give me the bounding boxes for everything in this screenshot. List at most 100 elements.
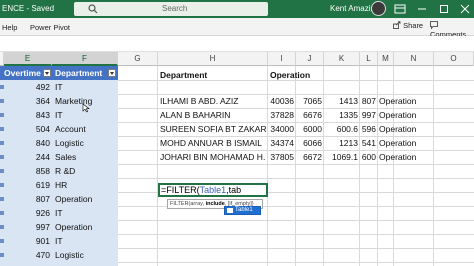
share-label: Share [403, 21, 424, 30]
result-name-cell[interactable]: ILHAMI B ABD. AZIZ [160, 94, 266, 108]
overtime-cell[interactable]: 926 [4, 206, 50, 220]
overtime-cell[interactable]: 997 [4, 220, 50, 234]
formula-suffix: ,tab [226, 185, 242, 195]
result-col-l-cell[interactable]: 807 [360, 94, 376, 108]
tooltip-include-arg: include [205, 201, 225, 207]
autocomplete-item-table1[interactable]: Table1 [224, 206, 261, 215]
result-col-i-cell[interactable]: 37805 [268, 150, 294, 164]
result-col-k-cell[interactable]: 1213 [324, 136, 358, 150]
result-col-j-cell[interactable]: 6066 [296, 136, 322, 150]
overtime-cell[interactable]: 470 [4, 248, 50, 262]
column-header-f[interactable]: F [52, 52, 118, 66]
title-bar: ENCE - Saved Search Kent Amazing [0, 0, 474, 18]
tooltip-text-before: FILTER(array, [170, 201, 206, 207]
column-header-g[interactable]: G [118, 52, 158, 66]
tab-help[interactable]: Help [2, 23, 17, 32]
department-header[interactable]: Department [55, 66, 111, 80]
result-col-i-cell[interactable]: 37828 [268, 108, 294, 122]
result-col-k-cell[interactable]: 1335 [324, 108, 358, 122]
overtime-filter-dropdown-icon[interactable] [43, 69, 51, 77]
department-cell[interactable]: Operation [55, 192, 117, 206]
share-icon [393, 21, 401, 29]
result-dept-cell[interactable]: Operation [379, 136, 435, 150]
result-col-l-cell[interactable]: 600 [360, 150, 376, 164]
column-header-j[interactable]: J [296, 52, 324, 66]
column-header-k[interactable]: K [324, 52, 360, 66]
avatar[interactable] [371, 1, 386, 16]
department-cell[interactable]: R &D [55, 164, 117, 178]
column-header-n[interactable]: N [394, 52, 434, 66]
formula-edit-cell[interactable]: =FILTER(Table1,tab [158, 183, 268, 197]
result-dept-cell[interactable]: Operation [379, 122, 435, 136]
column-header-h[interactable]: H [158, 52, 268, 66]
result-col-i-cell[interactable]: 40036 [268, 94, 294, 108]
column-header-o[interactable]: O [434, 52, 474, 66]
result-col-i-cell[interactable]: 34000 [268, 122, 294, 136]
overtime-cell[interactable]: 548 [4, 262, 50, 266]
search-box[interactable]: Search [74, 2, 268, 16]
department-filter-dropdown-icon[interactable] [108, 69, 116, 77]
result-col-j-cell[interactable]: 7065 [296, 94, 322, 108]
department-cell[interactable]: Logistic [55, 248, 117, 262]
result-col-k-cell[interactable]: 600.6 [324, 122, 358, 136]
result-col-l-cell[interactable]: 541 [360, 136, 376, 150]
result-col-j-cell[interactable]: 6672 [296, 150, 322, 164]
minimize-icon[interactable] [414, 1, 430, 17]
result-dept-cell[interactable]: Operation [379, 94, 435, 108]
department-cell[interactable]: IT [55, 80, 117, 94]
overtime-cell[interactable]: 504 [4, 122, 50, 136]
overtime-cell[interactable]: 901 [4, 234, 50, 248]
column-header-l[interactable]: L [360, 52, 378, 66]
excel-window: ENCE - Saved Search Kent Amazing Help Po… [0, 0, 474, 266]
result-dept-cell[interactable]: Operation [379, 150, 435, 164]
department-cell[interactable]: Logistic [55, 136, 117, 150]
search-placeholder: Search [162, 4, 188, 13]
department-cell[interactable]: IT [55, 206, 117, 220]
result-dept-cell[interactable]: Operation [379, 108, 435, 122]
result-name-cell[interactable]: ALAN B BAHARIN [160, 108, 266, 122]
autocomplete-label: Table1 [235, 207, 253, 213]
result-col-l-cell[interactable]: 596 [360, 122, 376, 136]
overtime-header[interactable]: Overtime [4, 66, 44, 80]
column-header-m[interactable]: M [378, 52, 394, 66]
column-header-i[interactable]: I [268, 52, 296, 66]
overtime-cell[interactable]: 858 [4, 164, 50, 178]
result-name-cell[interactable]: JOHARI BIN MOHAMAD H. [160, 150, 266, 164]
result-header-department[interactable]: Department [160, 68, 266, 82]
close-icon[interactable] [457, 1, 473, 17]
column-header-e[interactable]: E [4, 52, 52, 66]
result-col-k-cell[interactable]: 1069.1 [324, 150, 358, 164]
mouse-cursor-icon [82, 103, 90, 113]
document-title: ENCE - Saved [2, 4, 55, 13]
result-name-cell[interactable]: SUREEN SOFIA BT ZAKARIA [160, 122, 266, 136]
result-header-operation[interactable]: Operation [270, 68, 330, 82]
overtime-cell[interactable]: 619 [4, 178, 50, 192]
department-cell[interactable]: Account [55, 122, 117, 136]
comment-icon [430, 21, 438, 30]
overtime-cell[interactable]: 807 [4, 192, 50, 206]
formula-bar-area [0, 36, 474, 52]
result-name-cell[interactable]: MOHD ANNUAR B ISMAIL [160, 136, 266, 150]
department-cell[interactable]: R &D [55, 262, 117, 266]
result-col-l-cell[interactable]: 997 [360, 108, 376, 122]
department-cell[interactable]: IT [55, 234, 117, 248]
overtime-cell[interactable]: 840 [4, 136, 50, 150]
department-cell[interactable]: Sales [55, 150, 117, 164]
ribbon-tabs: Help Power Pivot Share Comments [0, 18, 474, 39]
overtime-cell[interactable]: 492 [4, 80, 50, 94]
result-col-k-cell[interactable]: 1413 [324, 94, 358, 108]
result-col-i-cell[interactable]: 34374 [268, 136, 294, 150]
overtime-cell[interactable]: 843 [4, 108, 50, 122]
department-cell[interactable]: Operation [55, 220, 117, 234]
overtime-cell[interactable]: 244 [4, 150, 50, 164]
share-button[interactable]: Share [393, 21, 423, 30]
department-cell[interactable]: HR [55, 178, 117, 192]
overtime-cell[interactable]: 364 [4, 94, 50, 108]
tab-power-pivot[interactable]: Power Pivot [30, 23, 70, 32]
formula-table-ref: Table1 [199, 185, 227, 195]
ribbon-display-icon[interactable] [392, 1, 408, 17]
result-col-j-cell[interactable]: 6676 [296, 108, 322, 122]
result-col-j-cell[interactable]: 6000 [296, 122, 322, 136]
maximize-icon[interactable] [436, 1, 452, 17]
table1-header-row: Overtime Department [0, 66, 118, 80]
